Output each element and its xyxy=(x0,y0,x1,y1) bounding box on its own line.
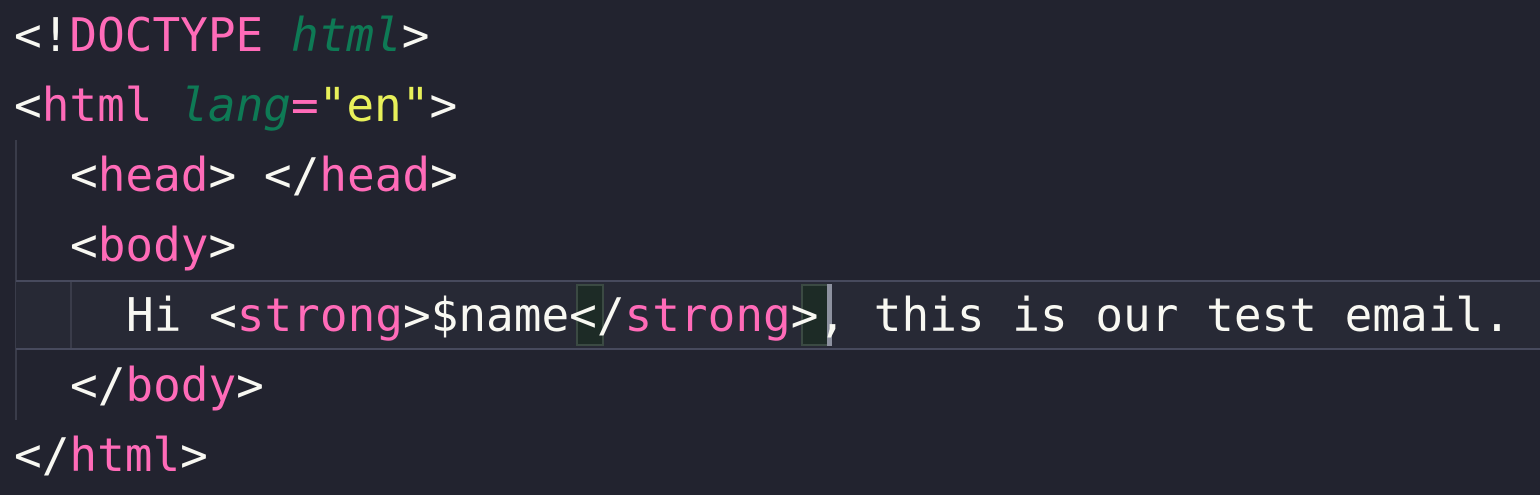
token-punct: </ xyxy=(263,148,320,202)
token-punct: </ xyxy=(569,288,625,342)
token-punct: < xyxy=(209,288,237,342)
token-punct: > xyxy=(180,428,208,482)
token-attr: lang xyxy=(180,78,291,132)
token-punct: < xyxy=(70,148,98,202)
token-tag: html xyxy=(69,428,181,482)
code-line-5-active[interactable]: Hi <strong>$name</strong>, this is our t… xyxy=(16,280,1540,350)
token-punct: > xyxy=(208,218,237,272)
token-punct: > xyxy=(401,8,430,62)
code-line-1[interactable]: <!DOCTYPE html> xyxy=(0,0,1540,70)
token-tag: body xyxy=(125,358,237,412)
token-tag: body xyxy=(97,218,209,272)
token-punct: <! xyxy=(14,8,70,62)
token-punct: > xyxy=(236,358,264,412)
token-tag: strong xyxy=(236,288,403,342)
body-open-tag: <body> xyxy=(70,210,236,280)
code-line-7[interactable]: </html> xyxy=(0,420,1540,490)
code-line-4[interactable]: <body> xyxy=(0,210,1540,280)
code-line-6[interactable]: </body> xyxy=(0,350,1540,420)
token-tag: html xyxy=(41,78,153,132)
body-content: Hi <strong>$name</strong>, this is our t… xyxy=(126,280,1511,350)
token-eq: = xyxy=(290,78,319,132)
head-tags: <head> </head> xyxy=(70,140,458,210)
doctype-declaration: <!DOCTYPE html> xyxy=(14,0,429,70)
token-tag: head xyxy=(319,148,431,202)
html-open-tag: <html lang="en"> xyxy=(14,70,457,140)
token-punct: > xyxy=(208,148,237,202)
html-close-tag: </html> xyxy=(14,420,208,490)
token-text: , this is our test email. xyxy=(818,288,1511,342)
code-line-2[interactable]: <html lang="en"> xyxy=(0,70,1540,140)
token-punct: > xyxy=(429,78,458,132)
indent-guide xyxy=(70,282,72,348)
token-attr: html xyxy=(290,8,402,62)
token-punct: < xyxy=(14,78,42,132)
token-punct: > xyxy=(790,288,819,342)
token-text: Hi xyxy=(126,288,210,342)
token-punct: </ xyxy=(14,428,70,482)
code-line-3[interactable]: <head> </head> xyxy=(0,140,1540,210)
token-tag: head xyxy=(97,148,209,202)
token-keyword: DOCTYPE xyxy=(69,8,264,62)
token-punct: </ xyxy=(70,358,126,412)
body-close-tag: </body> xyxy=(70,350,264,420)
code-editor[interactable]: <!DOCTYPE html> <html lang="en"> <head> … xyxy=(0,0,1540,495)
token-variable: $name xyxy=(430,288,570,342)
token-string: "en" xyxy=(318,78,430,132)
token-punct: < xyxy=(70,218,98,272)
token-punct: > xyxy=(430,148,458,202)
token-punct: > xyxy=(402,288,431,342)
token-tag: strong xyxy=(624,288,791,342)
